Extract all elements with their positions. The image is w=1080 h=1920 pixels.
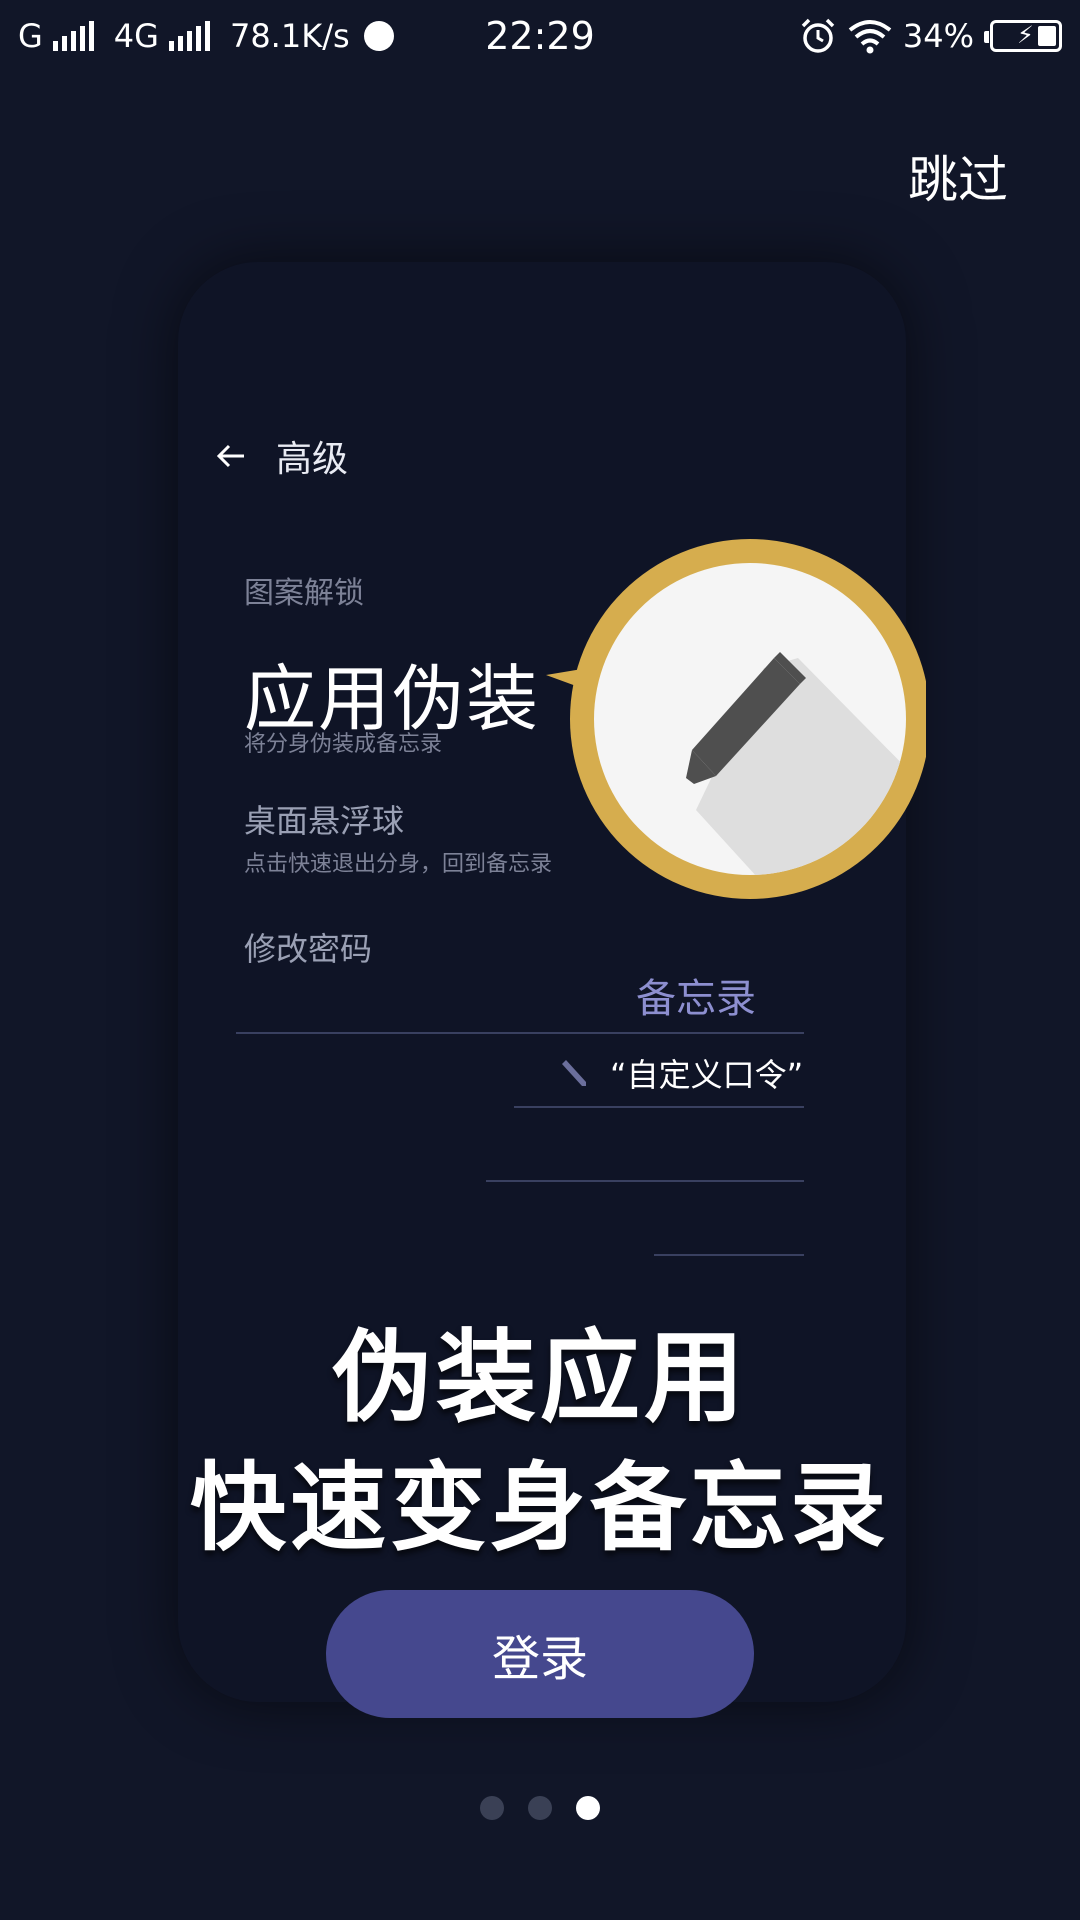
divider bbox=[654, 1254, 804, 1256]
status-right: 34% ⚡ bbox=[799, 17, 1062, 55]
alarm-icon bbox=[801, 18, 835, 53]
mockup-header: 高级 bbox=[214, 430, 348, 482]
status-time: 22:29 bbox=[485, 14, 595, 58]
change-password-item: 修改密码 bbox=[244, 930, 373, 968]
status-bar: G 4G 78.1K/s 22:29 34% ⚡ bbox=[0, 0, 1080, 72]
app-disguise-subtitle: 将分身伪装成备忘录 bbox=[244, 732, 443, 757]
divider bbox=[486, 1180, 804, 1182]
float-ball-subtitle: 点击快速退出分身，回到备忘录 bbox=[244, 852, 553, 877]
custom-command-text: “自定义口令” bbox=[610, 1056, 804, 1094]
moon-icon bbox=[363, 21, 394, 51]
pencil-icon bbox=[562, 1060, 586, 1086]
wifi-icon bbox=[848, 20, 892, 54]
page-indicator bbox=[0, 1796, 1080, 1820]
page-dot-3-active[interactable] bbox=[576, 1796, 600, 1820]
carrier-2: 4G bbox=[113, 17, 159, 55]
headline-line-2: 快速变身备忘录 bbox=[190, 1452, 890, 1564]
memo-app-bubble bbox=[546, 539, 926, 899]
login-button[interactable]: 登录 bbox=[326, 1590, 754, 1718]
screen: G 4G 78.1K/s 22:29 34% ⚡ 跳过 高级 图案解锁 应用伪装… bbox=[0, 0, 1080, 1920]
page-dot-1[interactable] bbox=[480, 1796, 504, 1820]
status-left: G 4G 78.1K/s bbox=[18, 17, 394, 55]
network-speed: 78.1K/s bbox=[229, 17, 350, 55]
signal-icon bbox=[52, 21, 94, 51]
float-ball-title: 桌面悬浮球 bbox=[244, 802, 405, 840]
headline-line-1: 伪装应用 bbox=[332, 1319, 748, 1436]
signal-icon bbox=[168, 21, 210, 51]
battery-charging-icon: ⚡ bbox=[984, 20, 1062, 52]
skip-button[interactable]: 跳过 bbox=[908, 140, 1008, 212]
page-dot-2[interactable] bbox=[528, 1796, 552, 1820]
pattern-lock-item: 图案解锁 bbox=[244, 576, 364, 611]
arrow-left-icon bbox=[216, 444, 244, 468]
battery-percent: 34% bbox=[902, 17, 974, 55]
divider bbox=[514, 1106, 804, 1108]
carrier-1: G bbox=[18, 17, 43, 55]
custom-command-row: “自定义口令” bbox=[556, 1050, 803, 1096]
divider bbox=[236, 1032, 804, 1034]
mockup-title: 高级 bbox=[276, 439, 349, 480]
memo-label: 备忘录 bbox=[636, 976, 756, 1022]
